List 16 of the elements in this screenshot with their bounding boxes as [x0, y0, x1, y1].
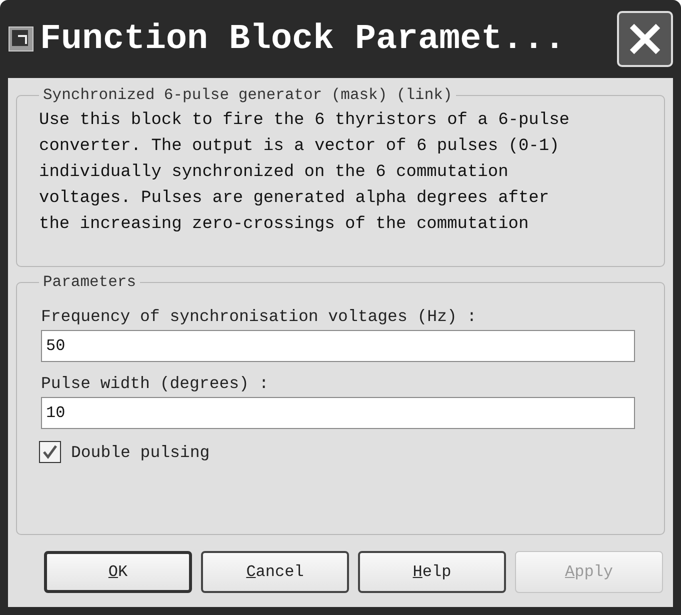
checkbox[interactable]	[39, 441, 61, 463]
group-title: Parameters	[42, 273, 138, 291]
default-button[interactable]: OK	[44, 551, 192, 593]
checkbox-label: Double pulsing	[71, 442, 210, 462]
field-label: Pulse width (degrees) :	[41, 374, 270, 393]
block-icon	[8, 26, 34, 52]
close-button[interactable]	[617, 11, 673, 67]
input-field[interactable]: 10	[41, 397, 635, 429]
dialog-button[interactable]: Cancel	[201, 551, 349, 593]
dialog-button[interactable]: Help	[358, 551, 506, 593]
input-field[interactable]: 50	[41, 330, 635, 362]
group-title: Synchronized 6-pulse generator (mask) (link)	[42, 86, 454, 104]
close-icon	[627, 21, 663, 57]
field-label: Frequency of synchronisation voltages (Hz) :	[41, 307, 478, 326]
description-text: Use this block to fire the 6 thyristors of a 6-pulse converter. The output is a vector of 6 pulses (0-1) individually synchronized on the 6 commutation voltages. Pulses are generated alpha degrees after the increasing zero-crossings of the commutation	[38, 110, 570, 236]
window-title: Function Block Paramet...	[40, 19, 566, 59]
